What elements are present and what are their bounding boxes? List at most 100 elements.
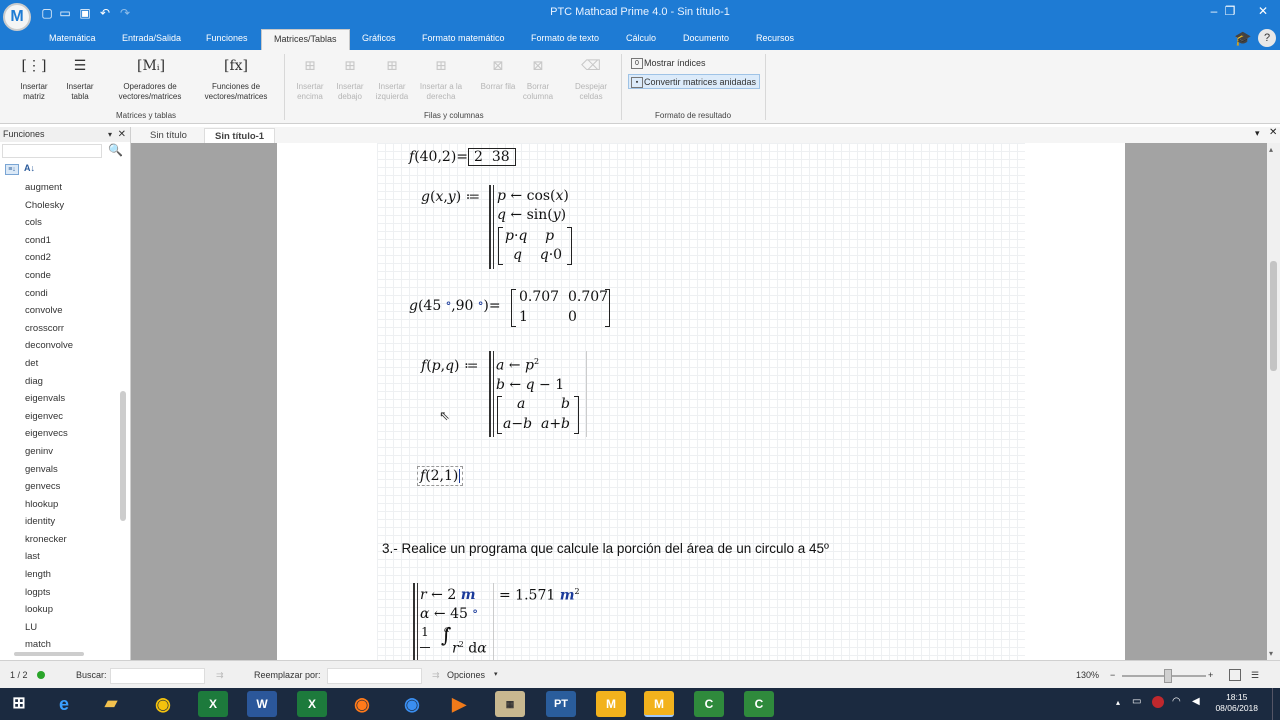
excel-icon[interactable]: X [198,691,228,717]
options-dropdown-icon[interactable]: ▾ [494,670,498,678]
mathcad-prime-icon[interactable]: M [644,691,674,717]
replace-icon[interactable]: ⇉ [432,670,440,681]
show-desktop-button[interactable] [1272,688,1278,720]
calendar-app-icon[interactable]: ▦ [495,691,525,717]
tab-recursos[interactable]: Recursos [756,33,794,43]
list-item[interactable]: length [0,566,118,584]
firefox-icon[interactable]: ◉ [347,691,377,717]
show-indices-toggle[interactable]: 0 Mostrar índices [629,56,706,71]
mathcad-icon[interactable]: M [596,691,626,717]
list-item[interactable]: LU [0,619,118,637]
tray-expand-icon[interactable]: ▴ [1116,698,1120,707]
list-item[interactable]: geninv [0,443,118,461]
tab-entrada-salida[interactable]: Entrada/Salida [122,33,181,43]
program-g[interactable] [489,185,494,269]
insert-above-button[interactable]: ⊞ Insertar encima [290,54,330,102]
tab-matrices-tablas[interactable]: Matrices/Tablas [261,29,350,51]
list-item[interactable]: lookup [0,601,118,619]
system-clock[interactable]: 18:15 08/06/2018 [1215,692,1258,714]
excel-icon[interactable]: X [297,691,327,717]
program-area[interactable] [413,583,418,660]
list-item[interactable]: cond2 [0,249,118,267]
list-item[interactable]: genvals [0,461,118,479]
scroll-thumb[interactable] [120,391,126,521]
find-input[interactable] [110,668,205,684]
list-item[interactable]: cond1 [0,232,118,250]
list-item[interactable]: diag [0,373,118,391]
graduation-cap-icon[interactable]: 🎓 [1234,30,1251,47]
list-item[interactable]: conde [0,267,118,285]
delete-row-button[interactable]: ⊠ Borrar fila [478,54,518,92]
matrix-f-row2[interactable]: a−b a+b [503,416,570,432]
vector-functions-button[interactable]: [fx] Funciones de vectores/matrices [198,54,274,102]
find-next-icon[interactable]: ⇉ [216,670,224,681]
file-explorer-icon[interactable]: ▰ [96,691,126,717]
list-item[interactable]: Cholesky [0,197,118,215]
word-icon[interactable]: W [247,691,277,717]
list-item[interactable]: condi [0,285,118,303]
insert-right-button[interactable]: ⊞ Insertar a la derecha [416,54,466,102]
replace-input[interactable] [327,668,422,684]
list-item[interactable]: deconvolve [0,337,118,355]
horizontal-scroll-thumb[interactable] [14,652,84,656]
integrand[interactable]: r2 dα [452,640,487,657]
eval-g-label[interactable]: g(45 °,90 °)= [409,298,501,314]
insert-matrix-button[interactable]: [⋮] Insertar matriz [14,54,54,102]
list-item[interactable]: convolve [0,302,118,320]
tab-documento[interactable]: Documento [683,33,729,43]
tab-formato-texto[interactable]: Formato de texto [531,33,599,43]
list-item[interactable]: logpts [0,584,118,602]
functions-search-input[interactable] [2,144,102,158]
matrix-g-row1[interactable]: p·q p [505,228,554,244]
insert-table-button[interactable]: ☰ Insertar tabla [60,54,100,102]
mathcad-logo-icon[interactable]: M [3,3,31,31]
program-f[interactable] [489,351,494,437]
edge-icon[interactable]: e [49,691,79,717]
tab-formato-matematico[interactable]: Formato matemático [422,33,505,43]
line-fraction[interactable]: 1 [420,626,430,650]
chrome-icon[interactable]: ◉ [148,691,178,717]
sort-category-icon[interactable]: ≡↓ [5,164,19,175]
list-item[interactable]: kronecker [0,531,118,549]
line-q-sin[interactable]: q ← sin(y) [497,207,566,223]
delete-column-button[interactable]: ⊠ Borrar columna [518,54,558,102]
scroll-down-icon[interactable]: ▾ [1269,649,1273,658]
list-item[interactable]: crosscorr [0,320,118,338]
tab-graficos[interactable]: Gráficos [362,33,396,43]
tab-funciones[interactable]: Funciones [206,33,248,43]
list-item[interactable]: augment [0,179,118,197]
panel-close-icon[interactable]: ✕ [118,127,126,142]
ptc-icon[interactable]: PT [546,691,576,717]
tab-calculo[interactable]: Cálculo [626,33,656,43]
list-item[interactable]: det [0,355,118,373]
tab-sin-titulo-1[interactable]: Sin título-1 [204,128,276,143]
convert-nested-toggle[interactable]: ▪ Convertir matrices anidadas [628,74,760,89]
list-item[interactable]: last [0,548,118,566]
scroll-up-icon[interactable]: ▴ [1269,145,1273,154]
line-b[interactable]: b ← q − 1 [496,377,564,393]
options-button[interactable]: Opciones [447,670,485,680]
list-item[interactable]: hlookup [0,496,118,514]
camtasia-recorder-icon[interactable]: C [744,691,774,717]
eval-f-40-2[interactable]: f(40,2)= 2 38 [409,148,516,166]
scroll-thumb[interactable] [1270,261,1277,371]
eval-f-2-1[interactable]: f(2,1) [417,466,464,486]
worksheet-page[interactable]: f(40,2)= 2 38 g(x,y) ≔ p ← cos(x) q ← sin… [277,143,1125,660]
list-item[interactable]: identity [0,513,118,531]
tab-list-icon[interactable]: ▾ [1255,128,1260,139]
line-a[interactable]: a ← p2 [496,357,539,374]
update-icon[interactable]: ◉ [397,691,427,717]
zoom-out-icon[interactable]: − [1110,670,1115,680]
matrix-g-row2[interactable]: q q·0 [513,247,562,263]
list-item[interactable]: eigenvec [0,408,118,426]
list-item[interactable]: genvecs [0,478,118,496]
def-f-label[interactable]: f(p,q) ≔ [421,358,478,374]
network-icon[interactable]: ▭ [1132,696,1141,707]
media-player-icon[interactable]: ▶ [444,691,474,717]
def-g-label[interactable]: g(x,y) ≔ [421,189,480,205]
matrix-f-row1[interactable]: a b [517,396,570,412]
line-r[interactable]: r ← 2 m [420,587,476,603]
section-heading[interactable]: 3.- Realice un programa que calcule la p… [382,541,829,556]
tab-close-icon[interactable]: ✕ [1269,127,1277,138]
close-icon[interactable]: ✕ [1246,2,1280,20]
